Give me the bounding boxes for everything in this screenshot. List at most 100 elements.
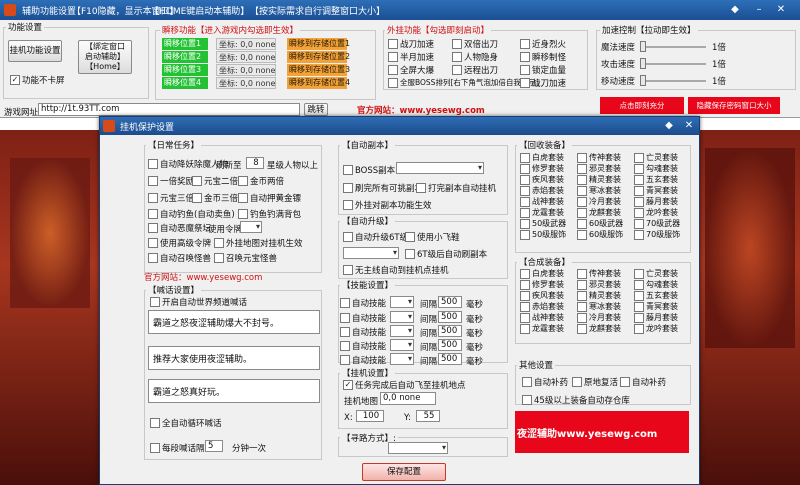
gold-2x-checkbox[interactable]: 金币两倍 [238,175,284,187]
skill-ms-1[interactable]: 500 [438,296,462,308]
skill-ms-2[interactable]: 500 [438,311,462,323]
loop-shout-checkbox[interactable]: 全自动循环喊话 [150,417,222,429]
compose-item-4[interactable]: 修罗套装 [520,279,564,290]
pickup-item-2[interactable]: 传神套装 [577,152,621,163]
compose-item-1[interactable]: 白虎套装 [520,268,564,279]
pickup-item-12[interactable]: 青冥套装 [634,185,678,196]
no-main-quest-checkbox[interactable]: 无主线自动到挂机点挂机 [343,264,449,276]
path-select[interactable] [388,442,448,454]
fly-to-hang-checkbox[interactable]: ✓ 任务完成后自动飞至挂机地点 [343,379,466,391]
compose-item-12[interactable]: 青冥套装 [634,301,678,312]
y-input[interactable]: 55 [416,410,440,422]
escort-checkbox[interactable]: 自动押黄金镖 [238,192,301,204]
url-input[interactable]: http://1t.93TT.com [38,103,300,116]
outer-item-3[interactable]: 近身烈火 [520,38,566,50]
outer-item-2[interactable]: 双倍出刀 [452,38,498,50]
skill-row-3[interactable]: 自动技能 [340,326,386,338]
map-input[interactable]: 0,0 none [380,392,436,405]
outer-item-6[interactable]: 瞬移制怪 [520,51,566,63]
compose-item-6[interactable]: 勾魂套装 [634,279,678,290]
boss-instance-checkbox[interactable]: BOSS副本 [343,164,395,176]
reward-1x-checkbox[interactable]: 一倍奖励 [148,175,194,187]
outer-item-1[interactable]: 战刀加速 [388,38,434,50]
interval-input[interactable]: 5 [205,440,223,452]
pickup-item-1[interactable]: 白虎套装 [520,152,564,163]
token-select[interactable] [240,221,262,233]
compose-item-14[interactable]: 冷月套装 [577,312,621,323]
bind-window-button[interactable]: 【绑定窗口 启动辅助】 【Home】 [78,40,132,74]
pickup-item-10[interactable]: 赤焰套装 [520,185,564,196]
skill-select-5[interactable] [390,353,414,365]
pickup-item-15[interactable]: 藤月套装 [634,196,678,207]
compose-item-10[interactable]: 赤焰套装 [520,301,564,312]
skill-row-4[interactable]: 自动技能 [340,340,386,352]
minimize-button[interactable]: – [752,3,766,16]
pickup-item-13[interactable]: 战神套装 [520,196,564,207]
x-input[interactable]: 100 [356,410,384,422]
outer-item-5[interactable]: 人物隐身 [452,51,498,63]
compose-item-9[interactable]: 五玄套装 [634,290,678,301]
attack-speed-slider[interactable] [640,58,706,69]
pickup-item-11[interactable]: 寒冰套装 [577,185,621,196]
pickup-item-19[interactable]: 50级武器 [520,218,566,229]
evil-altar-checkbox[interactable]: 自动恶魔祭坛 [148,222,211,234]
outer-item-10[interactable]: 全服BOSS排列[右下角气泡加倍自我提示] [388,77,539,88]
compose-item-17[interactable]: 龙麒套装 [577,323,621,334]
refresh-level-input[interactable]: 8 [246,157,264,169]
pickup-item-5[interactable]: 邪灵套装 [577,163,621,174]
skill-ms-5[interactable]: 500 [438,353,462,365]
revive-checkbox[interactable]: 原地复活 [572,376,618,388]
pickup-item-20[interactable]: 60级武器 [577,218,623,229]
menu-resize[interactable]: 【按实际需求自行调整窗口大小】 [250,4,385,17]
yuanbao-3x-checkbox[interactable]: 元宝三倍 [148,192,194,204]
boss-instance-select[interactable] [396,162,484,174]
pickup-item-8[interactable]: 精灵套装 [577,174,621,185]
auto-potion-checkbox[interactable]: 自动补药 [522,376,568,388]
teleport-save-3[interactable]: 瞬移到存储位置3 [287,64,350,76]
fishing-checkbox[interactable]: 自动钓鱼(自动卖鱼) [148,208,235,220]
position-2[interactable]: 瞬移位置2 [162,51,208,63]
pickup-item-21[interactable]: 70级武器 [634,218,680,229]
outer-item-11[interactable]: 战刀加速 [520,77,566,89]
refresh-all-checkbox[interactable]: 刷完所有可挑副本 [343,182,423,194]
open-hang-checkbox[interactable]: 打完副本自动挂机 [416,182,496,194]
yuanbao-2x-checkbox[interactable]: 元宝二倍 [192,175,238,187]
compose-item-18[interactable]: 龙吟套装 [634,323,678,334]
position-3[interactable]: 瞬移位置3 [162,64,208,76]
menu-home[interactable]: 【HOME键启动本辅助】 [150,4,249,17]
compose-item-15[interactable]: 藤月套装 [634,312,678,323]
no-lag-checkbox[interactable]: ✓ 功能不卡屏 [10,74,65,86]
dialog-skin-icon[interactable]: ◆ [662,119,676,132]
teleport-save-1[interactable]: 瞬移到存储位置1 [287,38,350,50]
compose-item-11[interactable]: 寒冰套装 [577,301,621,312]
pickup-item-14[interactable]: 冷月套装 [577,196,621,207]
outer-item-8[interactable]: 远程出刀 [452,64,498,76]
after-level-checkbox[interactable]: 6T级后自动刷副本 [405,248,487,260]
teleport-save-4[interactable]: 瞬移到存储位置4 [287,77,350,89]
shout-message-1[interactable]: 霸道之怒夜涩辅助爆大不封号。 [148,310,320,334]
pickup-item-3[interactable]: 亡灵套装 [634,152,678,163]
auto-store-checkbox[interactable]: 45级以上装备自动存仓库 [522,394,630,406]
compose-item-3[interactable]: 亡灵套装 [634,268,678,279]
pickup-item-16[interactable]: 龙霆套装 [520,207,564,218]
skill-select-1[interactable] [390,296,414,308]
flying-shoe-checkbox[interactable]: 使用小飞鞋 [405,231,460,243]
auto-potion-2-checkbox[interactable]: 自动补药 [620,376,666,388]
outer-item-7[interactable]: 全屏大爆 [388,64,434,76]
skill-ms-3[interactable]: 500 [438,325,462,337]
outer-map-checkbox[interactable]: 外挂地图对挂机生效 [214,237,303,249]
skill-ms-4[interactable]: 500 [438,339,462,351]
compose-item-2[interactable]: 传神套装 [577,268,621,279]
gold-3x-checkbox[interactable]: 金币三倍 [192,192,238,204]
close-button[interactable]: ✕ [774,3,788,16]
position-4[interactable]: 瞬移位置4 [162,77,208,89]
skill-row-2[interactable]: 自动技能 [340,312,386,324]
pickup-item-18[interactable]: 龙吟套装 [634,207,678,218]
skill-select-4[interactable] [390,339,414,351]
save-config-button[interactable]: 保存配置 [362,463,446,481]
outer-item-9[interactable]: 锁定血量 [520,64,566,76]
go-button[interactable]: 跳转 [304,103,328,116]
pickup-item-6[interactable]: 勾魂套装 [634,163,678,174]
compose-item-13[interactable]: 战神套装 [520,312,564,323]
outer-instance-checkbox[interactable]: 外挂对副本功能生效 [343,199,432,211]
